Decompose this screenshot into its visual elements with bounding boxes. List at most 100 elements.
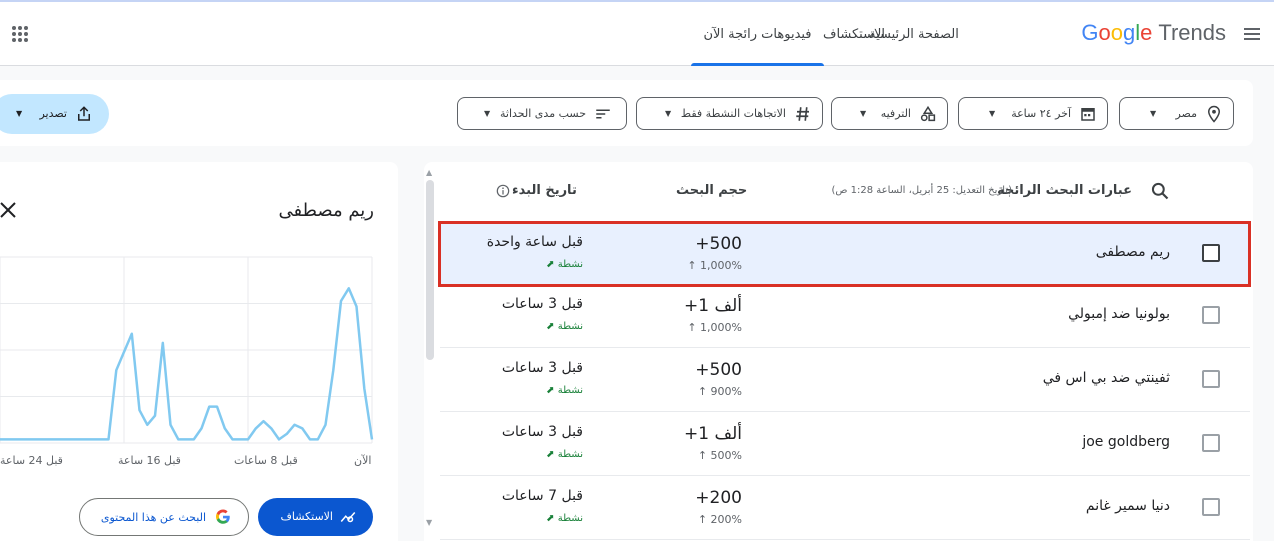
search-content-label: البحث عن هذا المحتوى (100, 511, 206, 524)
arrow-up-icon: ↑ (697, 385, 711, 398)
nav-trending-videos[interactable]: فيديوهات رائجة الآن (691, 2, 824, 66)
trend-status-label: الاتجاهات النشطة فقط (680, 107, 786, 120)
active-status: ⬈ نشطة (440, 259, 583, 270)
row-checkbox[interactable] (1202, 434, 1220, 452)
trend-term[interactable]: joe goldberg (1082, 434, 1170, 450)
scroll-down-arrow-icon[interactable]: ▼ (426, 518, 432, 527)
logo-google-text: Google (1081, 20, 1153, 45)
table-row[interactable]: بولونيا ضد إمبولي +ألف 1 ↑ 1,000% قبل 3 ساع… (440, 284, 1250, 348)
active-tab-indicator (691, 63, 824, 66)
detail-title: ريم مصطفى (278, 200, 374, 221)
chevron-down-icon: ▼ (1150, 109, 1157, 118)
row-checkbox[interactable] (1202, 306, 1220, 324)
x-tick-8h: قبل 8 ساعات (234, 454, 298, 467)
started-time: قبل ساعة واحدة (486, 234, 583, 250)
volume-change-value: 1,000% (700, 321, 742, 334)
trending-up-icon: ⬈ (546, 321, 558, 332)
time-label: آخر ٢٤ ساعة (1011, 107, 1071, 120)
status-text: نشطة (557, 513, 583, 524)
row-checkbox[interactable] (1202, 370, 1220, 388)
google-g-icon (216, 509, 230, 524)
calendar-icon (1081, 108, 1095, 121)
location-label: مصر (1175, 107, 1197, 120)
hamburger-menu-icon[interactable] (1242, 24, 1262, 44)
started-time: قبل 7 ساعات (501, 488, 583, 504)
explore-button[interactable]: الاستكشاف (258, 498, 373, 536)
explore-trend-icon (340, 512, 356, 523)
x-tick-now: الآن (354, 454, 372, 467)
trend-term[interactable]: ثفينتي ضد بي اس في (1043, 370, 1170, 386)
chevron-down-icon: ▼ (484, 109, 491, 118)
table-row[interactable]: ريم مصطفى +500 ↑ 1,000% قبل ساعة واحدة ⬈ نشط… (440, 222, 1250, 286)
table-row[interactable]: ثفينتي ضد بي اس في +500 ↑ 900% قبل 3 ساعات ⬈… (440, 348, 1250, 412)
close-icon[interactable] (0, 202, 16, 218)
volume-change-value: 500% (710, 449, 742, 462)
x-tick-24h: قبل 24 ساعة (0, 454, 63, 467)
trend-term[interactable]: بولونيا ضد إمبولي (1068, 306, 1170, 322)
status-text: نشطة (557, 385, 583, 396)
arrow-up-icon: ↑ (697, 449, 711, 462)
trend-line-chart (0, 256, 374, 444)
scroll-up-arrow-icon[interactable]: ▲ (426, 168, 432, 177)
last-updated-note: (تاريخ التعديل: 25 أبريل، الساعة 1:28 ص) (831, 185, 1012, 196)
chevron-down-icon: ▼ (860, 109, 867, 118)
table-row[interactable]: joe goldberg +ألف 1 ↑ 500% قبل 3 ساعات ⬈ نشط… (440, 412, 1250, 476)
header-search-volume[interactable]: حجم البحث (676, 183, 747, 198)
trend-term[interactable]: دنيا سمير غانم (1086, 498, 1170, 514)
sort-label: حسب مدى الحداثة (500, 107, 586, 120)
chevron-down-icon: ▼ (665, 109, 672, 118)
nav-trending-label: فيديوهات رائجة الآن (703, 26, 812, 42)
active-status: ⬈ نشطة (440, 449, 583, 460)
trending-up-icon: ⬈ (546, 385, 558, 396)
row-checkbox[interactable] (1202, 244, 1220, 262)
app-header: Google Trends الصفحة الرئيسية الاستكشاف ف… (0, 2, 1274, 66)
category-shapes-icon (920, 105, 936, 122)
nav-explore-label: الاستكشاف (822, 26, 886, 42)
trending-up-icon: ⬈ (546, 513, 558, 524)
logo-trends-text: Trends (1158, 20, 1226, 45)
arrow-up-icon: ↑ (687, 321, 701, 334)
started-time: قبل 3 ساعات (501, 360, 583, 376)
share-upload-icon (78, 106, 90, 121)
active-status: ⬈ نشطة (440, 385, 583, 396)
trend-status-filter[interactable]: الاتجاهات النشطة فقط ▼ (636, 97, 823, 130)
info-icon[interactable] (496, 184, 510, 198)
export-button[interactable]: تصدير ▼ (0, 94, 109, 134)
trend-term[interactable]: ريم مصطفى (1096, 244, 1170, 260)
started-time: قبل 3 ساعات (501, 296, 583, 312)
table-scrollbar[interactable] (426, 180, 434, 360)
explore-label: الاستكشاف (280, 510, 333, 523)
sort-lines-icon (596, 109, 610, 119)
google-trends-logo[interactable]: Google Trends (1081, 20, 1226, 46)
row-checkbox[interactable] (1202, 498, 1220, 516)
hashtag-icon (796, 107, 809, 121)
time-filter[interactable]: آخر ٢٤ ساعة ▼ (958, 97, 1108, 130)
table-row[interactable]: دنيا سمير غانم +200 ↑ 200% قبل 7 ساعات ⬈ نشط… (440, 476, 1250, 540)
apps-grid-icon[interactable] (10, 24, 30, 44)
started-time: قبل 3 ساعات (501, 424, 583, 440)
active-status: ⬈ نشطة (440, 321, 583, 332)
export-label: تصدير (39, 107, 67, 120)
search-icon[interactable] (1150, 181, 1170, 201)
trend-series-line (0, 287, 374, 441)
x-tick-16h: قبل 16 ساعة (118, 454, 181, 467)
chevron-down-icon: ▼ (16, 109, 23, 118)
volume-change-value: 200% (710, 513, 742, 526)
search-content-button[interactable]: البحث عن هذا المحتوى (79, 498, 249, 536)
arrow-up-icon: ↑ (697, 513, 711, 526)
header-started[interactable]: تاريخ البدء (512, 183, 577, 198)
chevron-down-icon: ▼ (989, 109, 996, 118)
status-text: نشطة (557, 259, 583, 270)
location-filter[interactable]: مصر ▼ (1119, 97, 1234, 130)
sort-filter[interactable]: حسب مدى الحداثة ▼ (457, 97, 627, 130)
arrow-up-icon: ↑ (687, 259, 701, 272)
header-trending-terms: عبارات البحث الرائجة (997, 183, 1132, 198)
trending-up-icon: ⬈ (546, 259, 558, 270)
category-filter[interactable]: الترفيه ▼ (831, 97, 948, 130)
volume-change-value: 900% (710, 385, 742, 398)
trending-up-icon: ⬈ (546, 449, 558, 460)
category-label: الترفيه (880, 107, 911, 120)
active-status: ⬈ نشطة (440, 513, 583, 524)
status-text: نشطة (557, 321, 583, 332)
status-text: نشطة (557, 449, 583, 460)
